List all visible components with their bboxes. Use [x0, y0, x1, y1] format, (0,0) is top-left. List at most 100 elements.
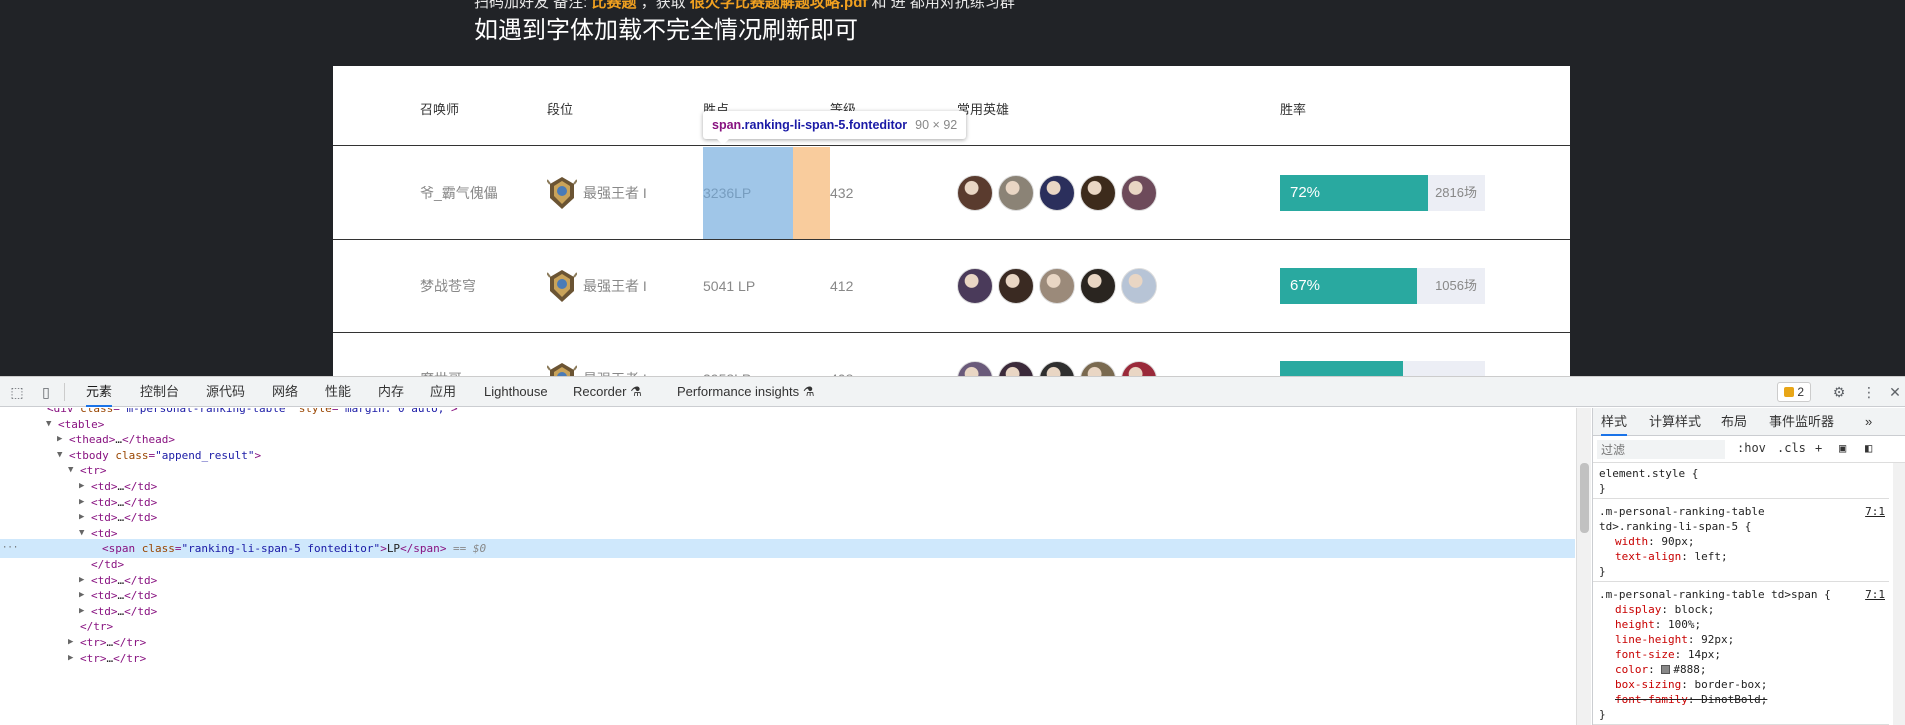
new-rule-plus-icon[interactable]: +	[1815, 441, 1822, 455]
heroes-cell	[957, 147, 1157, 239]
more-options-icon[interactable]: ⋮	[1859, 382, 1879, 402]
inspect-tooltip: span.ranking-li-span-5.fonteditor 90 × 92	[703, 111, 967, 145]
expand-triangle-icon[interactable]: ▶	[68, 649, 73, 668]
inspect-padding-highlight	[793, 147, 830, 239]
hero-avatar[interactable]	[1121, 175, 1157, 211]
css-property[interactable]: display: block;	[1593, 602, 1889, 617]
styles-tabs: 样式 计算样式 布局 事件监听器 »	[1593, 408, 1905, 436]
tab-event-listeners[interactable]: 事件监听器	[1769, 408, 1834, 436]
winrate-bar: 72% 2816场	[1280, 175, 1485, 211]
dom-node-text: <tr>…</tr>	[80, 651, 147, 665]
notice-main: 如遇到字体加载不完全情况刷新即可	[474, 17, 858, 44]
css-source-link[interactable]: 7:1	[1865, 587, 1885, 602]
table-row[interactable]: 梦战苍穹 最强王者 I 5041 LP 412 67% 1056场	[333, 240, 1570, 333]
table-row[interactable]: 魔世哥 最强王者 I 3958LP 408	[333, 333, 1570, 376]
tab-recorder[interactable]: Recorder ⚗	[573, 377, 642, 407]
settings-gear-icon[interactable]: ⚙	[1829, 382, 1849, 402]
css-property[interactable]: box-sizing: border-box;	[1593, 677, 1889, 692]
css-selector: .m-personal-ranking-table 7:1	[1599, 504, 1885, 519]
computed-styles-icon[interactable]: ▣	[1839, 441, 1846, 455]
table-row[interactable]: 爷_霸气傀儡最强王者 I3236LP43272%2816场	[333, 147, 1570, 240]
hero-avatar[interactable]	[1121, 268, 1157, 304]
challenger-emblem-icon	[547, 269, 577, 303]
css-property[interactable]: color: #888;	[1593, 662, 1889, 677]
winrate-bar	[1280, 361, 1485, 376]
tab-memory[interactable]: 内存	[378, 377, 404, 407]
close-icon[interactable]: ✕	[1885, 382, 1905, 402]
tab-sources[interactable]: 源代码	[206, 377, 245, 407]
css-rule[interactable]: element.style {}	[1593, 466, 1889, 496]
dom-tree[interactable]: <div class="m-personal-ranking-table" st…	[0, 408, 1575, 725]
inspect-element-icon[interactable]: ⬚	[7, 382, 27, 402]
games-count: 2816场	[1435, 185, 1477, 200]
styles-scrollbar[interactable]	[1893, 463, 1905, 725]
css-close-brace: }	[1599, 708, 1606, 721]
issue-flag-icon	[1784, 387, 1795, 397]
css-property[interactable]: height: 100%;	[1593, 617, 1889, 632]
hero-avatar[interactable]	[957, 268, 993, 304]
hero-avatar[interactable]	[1080, 361, 1116, 376]
css-rule[interactable]: .m-personal-ranking-table td>span {7:1 di…	[1593, 587, 1889, 722]
hero-avatar[interactable]	[1080, 175, 1116, 211]
summoner-name: 爷_霸气傀儡	[420, 185, 498, 201]
devtools-toolbar: ⬚ ▯ 元素 控制台 源代码 网络 性能 内存 应用 Lighthouse Re…	[0, 377, 1905, 407]
css-rule[interactable]: .m-personal-ranking-table 7:1 td>.ranking-…	[1593, 504, 1889, 579]
dom-scroll-thumb[interactable]	[1580, 463, 1589, 533]
tab-console[interactable]: 控制台	[140, 377, 179, 407]
rule-divider	[1593, 498, 1889, 499]
tier-label: 最强王者 I	[583, 278, 647, 294]
level-value: 412	[830, 278, 854, 294]
tab-layout[interactable]: 布局	[1721, 408, 1747, 436]
header-tier: 段位	[547, 102, 574, 117]
hero-avatar[interactable]	[957, 175, 993, 211]
hero-avatar[interactable]	[957, 361, 993, 376]
tab-computed[interactable]: 计算样式	[1649, 408, 1701, 436]
tab-performance[interactable]: 性能	[325, 377, 351, 407]
tooltip-dimensions: 90 × 92	[915, 118, 958, 132]
tier-cell: 最强王者 I	[547, 333, 647, 376]
tab-elements[interactable]: 元素	[86, 377, 113, 407]
hero-avatar[interactable]	[1080, 268, 1116, 304]
css-property[interactable]: line-height: 92px;	[1593, 632, 1889, 647]
winrate-fill	[1280, 361, 1403, 376]
hero-avatar[interactable]	[998, 361, 1034, 376]
styles-filter-bar: :hov .cls + ▣ ◧	[1593, 437, 1905, 463]
challenger-emblem-icon	[547, 176, 577, 210]
css-property[interactable]: width: 90px;	[1593, 534, 1889, 549]
css-property[interactable]: text-align: left;	[1593, 549, 1889, 564]
cls-toggle[interactable]: .cls	[1777, 441, 1806, 455]
color-swatch[interactable]	[1661, 665, 1671, 674]
heroes-cell	[957, 240, 1157, 332]
hero-avatar[interactable]	[998, 268, 1034, 304]
tab-lighthouse[interactable]: Lighthouse	[484, 377, 548, 407]
notice-part: 和 进 都用对抗练习群	[871, 0, 1015, 11]
css-property[interactable]: font-size: 14px;	[1593, 647, 1889, 662]
summoner-name: 魔世哥	[420, 333, 462, 376]
heroes-cell	[957, 333, 1157, 376]
device-toolbar-icon[interactable]: ▯	[36, 382, 56, 402]
styles-filter-input[interactable]	[1597, 440, 1725, 459]
more-tabs-icon[interactable]: »	[1865, 408, 1872, 436]
inspect-content-highlight	[703, 147, 793, 239]
dom-node[interactable]: ▶ <tr>…</tr>	[0, 649, 1575, 668]
hero-avatar[interactable]	[1121, 361, 1157, 376]
issues-badge[interactable]: 2	[1777, 382, 1811, 402]
winrate-cell	[1280, 333, 1485, 376]
css-property[interactable]: font-family: DinotBold;	[1593, 692, 1889, 707]
css-close-brace: }	[1599, 565, 1606, 578]
hov-toggle[interactable]: :hov	[1737, 441, 1766, 455]
hero-avatar[interactable]	[1039, 175, 1075, 211]
tab-styles[interactable]: 样式	[1601, 408, 1628, 436]
winrate-bar: 67% 1056场	[1280, 268, 1485, 304]
hero-avatar[interactable]	[1039, 361, 1075, 376]
header-summoner: 召唤师	[420, 102, 460, 117]
hero-avatar[interactable]	[998, 175, 1034, 211]
tab-performance-insights[interactable]: Performance insights ⚗	[677, 377, 814, 407]
tab-network[interactable]: 网络	[272, 377, 298, 407]
sidebar-toggle-icon[interactable]: ◧	[1865, 441, 1872, 455]
devtools-panel: ⬚ ▯ 元素 控制台 源代码 网络 性能 内存 应用 Lighthouse Re…	[0, 376, 1905, 725]
hero-avatar[interactable]	[1039, 268, 1075, 304]
tab-application[interactable]: 应用	[430, 377, 456, 407]
css-source-link[interactable]: 7:1	[1865, 504, 1885, 519]
dom-scrollbar[interactable]	[1576, 408, 1591, 725]
